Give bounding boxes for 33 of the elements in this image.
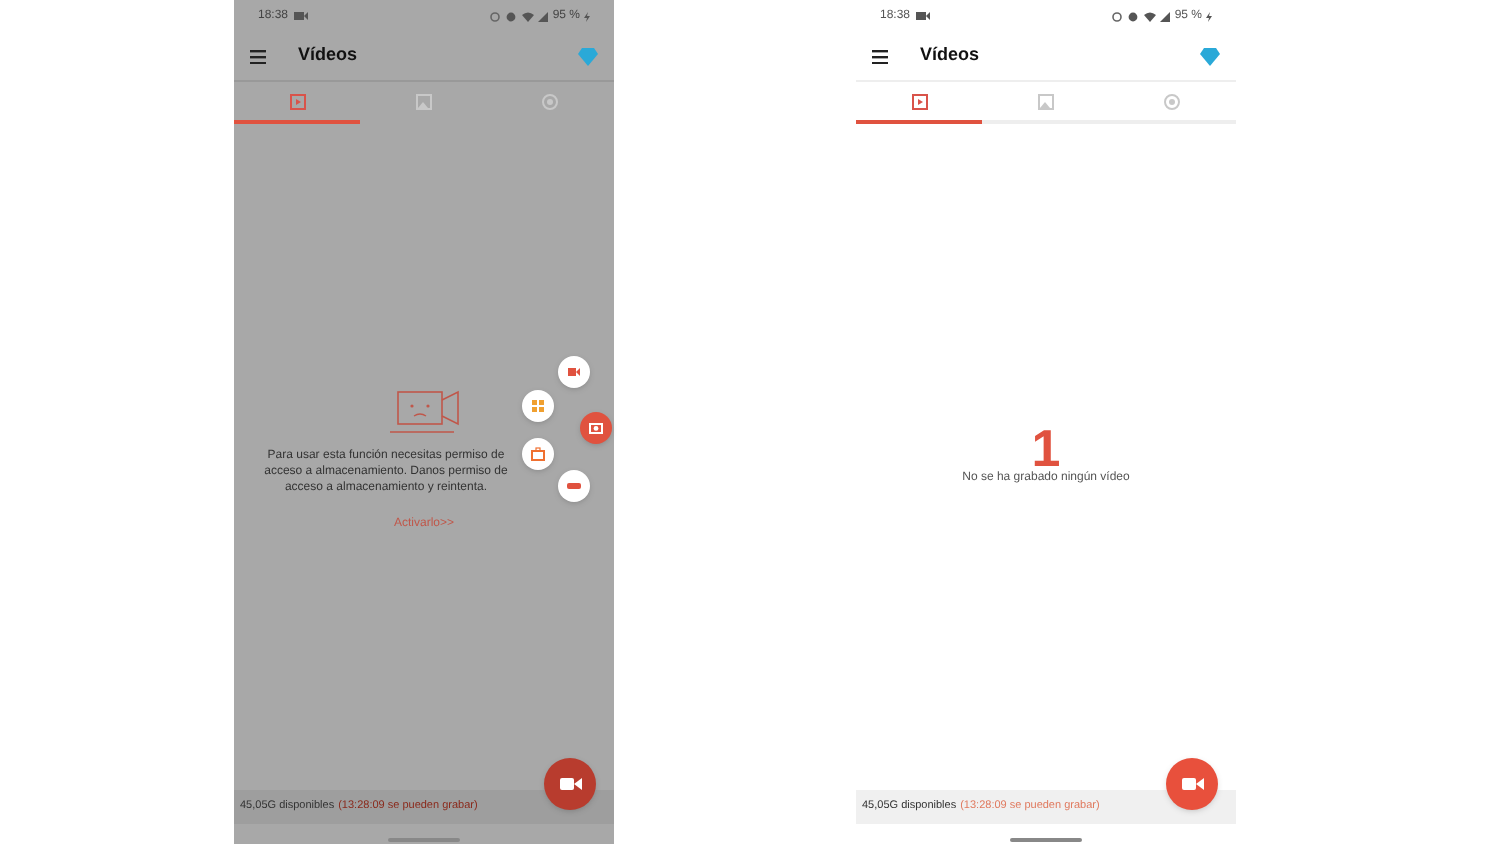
video-camera-icon	[559, 776, 581, 792]
image-tab-icon	[1037, 93, 1054, 109]
record-fab[interactable]	[544, 758, 596, 810]
charging-icon	[1206, 11, 1212, 21]
speed-dial-button[interactable]	[522, 438, 554, 470]
record-fab[interactable]	[1166, 758, 1218, 810]
record-icon	[566, 478, 582, 494]
wifi-icon	[1144, 11, 1157, 21]
diamond-icon[interactable]	[1200, 47, 1220, 65]
camera-icon	[294, 12, 309, 20]
video-tab-icon	[289, 93, 306, 109]
charging-icon	[584, 11, 590, 21]
video-tab-icon	[911, 93, 928, 109]
screen-title: Vídeos	[298, 42, 360, 69]
camera-icon	[916, 12, 931, 20]
speed-dial-button[interactable]	[558, 356, 590, 388]
screen-title: Vídeos	[920, 42, 982, 69]
signal-icon	[1160, 11, 1171, 21]
video-camera-icon	[1181, 776, 1203, 792]
menu-icon[interactable]	[250, 49, 266, 63]
speed-dial-button[interactable]	[580, 412, 612, 444]
speed-dial-button[interactable]	[558, 470, 590, 502]
image-tab-icon	[415, 93, 432, 109]
speed-dial-button[interactable]	[522, 390, 554, 422]
grid-icon	[530, 398, 546, 414]
signal-icon	[538, 11, 549, 21]
annotation-number: 1	[1031, 426, 1061, 470]
home-indicator[interactable]	[1010, 837, 1082, 841]
menu-icon[interactable]	[872, 49, 888, 63]
briefcase-icon	[530, 446, 546, 462]
home-indicator[interactable]	[388, 837, 460, 841]
video-camera-icon	[566, 364, 582, 380]
wifi-icon	[522, 11, 535, 21]
